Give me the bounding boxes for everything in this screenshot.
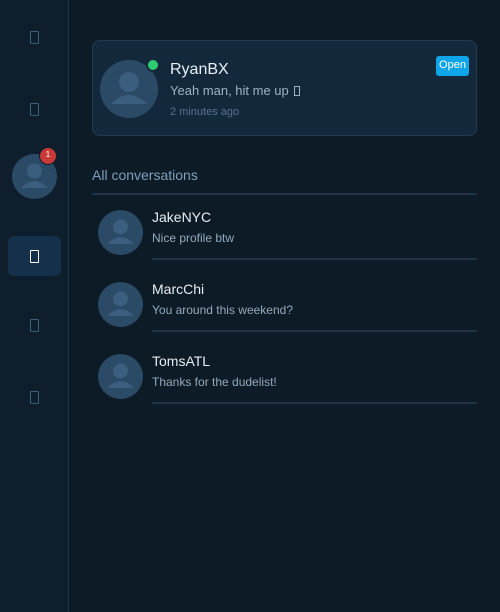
conversation-avatar bbox=[98, 210, 143, 255]
nav-icon bbox=[30, 30, 39, 44]
conversation-preview: Nice profile btw bbox=[152, 231, 235, 245]
sidebar: 1 bbox=[0, 0, 69, 612]
section-title: All conversations bbox=[92, 167, 198, 183]
nav-icon bbox=[30, 318, 39, 332]
notification-badge: 1 bbox=[39, 147, 57, 165]
recent-timestamp: 2 minutes ago bbox=[170, 106, 240, 118]
avatar-placeholder-icon bbox=[98, 354, 143, 399]
chat-icon bbox=[30, 249, 39, 263]
row-divider bbox=[152, 258, 477, 260]
section-divider bbox=[92, 193, 477, 195]
sidebar-nav-item-2[interactable] bbox=[8, 89, 61, 129]
conversation-preview: You around this weekend? bbox=[152, 303, 293, 317]
recent-message-text: Yeah man, hit me up bbox=[170, 83, 289, 98]
conversation-row[interactable]: TomsATL Thanks for the dudelist! bbox=[92, 340, 477, 412]
conversation-row[interactable]: JakeNYC Nice profile btw bbox=[92, 196, 477, 268]
sidebar-nav-item-4[interactable] bbox=[8, 305, 61, 345]
nav-icon bbox=[30, 390, 39, 404]
emoji-icon bbox=[293, 85, 300, 96]
sidebar-nav-item-1[interactable] bbox=[8, 17, 61, 57]
sidebar-nav-item-5[interactable] bbox=[8, 377, 61, 417]
conversation-avatar bbox=[98, 282, 143, 327]
online-status-dot bbox=[146, 58, 160, 72]
nav-icon bbox=[30, 102, 39, 116]
sidebar-nav-item-messages[interactable] bbox=[8, 236, 61, 276]
conversation-avatar bbox=[98, 354, 143, 399]
recent-conversation-card[interactable]: RyanBX Yeah man, hit me up 2 minutes ago… bbox=[92, 40, 477, 136]
recent-message-preview: Yeah man, hit me up bbox=[170, 83, 300, 98]
row-divider bbox=[152, 330, 477, 332]
row-divider bbox=[152, 402, 477, 404]
conversation-name: TomsATL bbox=[152, 353, 211, 369]
conversation-name: JakeNYC bbox=[152, 209, 212, 225]
conversation-preview: Thanks for the dudelist! bbox=[152, 375, 277, 389]
open-button[interactable]: Open bbox=[436, 56, 469, 76]
avatar-placeholder-icon bbox=[98, 282, 143, 327]
conversation-row[interactable]: MarcChi You around this weekend? bbox=[92, 268, 477, 340]
recent-contact-name: RyanBX bbox=[170, 61, 229, 78]
conversation-name: MarcChi bbox=[152, 281, 205, 297]
avatar-placeholder-icon bbox=[98, 210, 143, 255]
